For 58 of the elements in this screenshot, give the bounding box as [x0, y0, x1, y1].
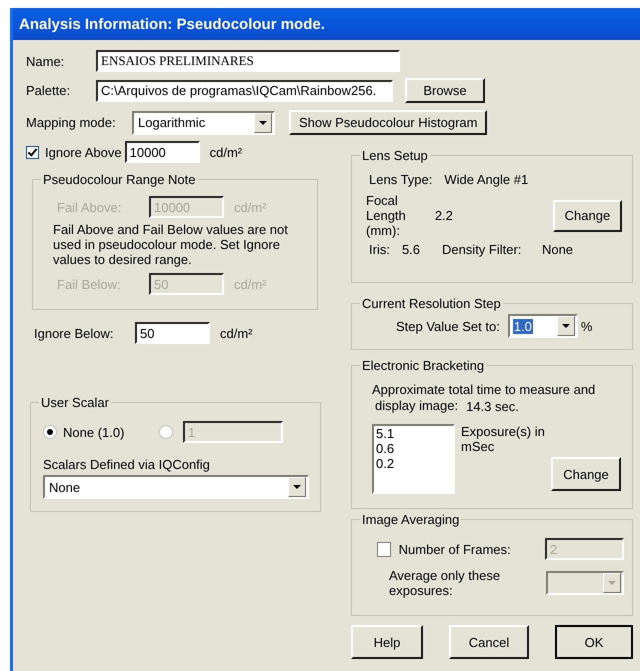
lens-type-value: Wide Angle #1	[444, 172, 528, 187]
group-title: Pseudocolour Range Note	[41, 172, 198, 187]
iris-value: 5.6	[402, 242, 422, 257]
window-title: Analysis Information: Pseudocolour mode.	[19, 16, 325, 32]
field-label: Ignore Below:	[34, 326, 114, 340]
exposure-label: Exposure(s) in mSec	[461, 424, 546, 454]
name-field[interactable]: ENSAIOS PRELIMINARES	[96, 50, 400, 72]
unit-label: %	[580, 318, 592, 334]
scalar-dropdown[interactable]: None	[43, 475, 309, 499]
field-label: Average only these exposures:	[389, 568, 502, 598]
ignore-below-field[interactable]: 50	[135, 322, 210, 344]
ignore-above-field[interactable]: 10000	[124, 141, 200, 163]
group-title: Lens Setup	[360, 148, 430, 163]
field-label: Fail Above:	[57, 200, 122, 214]
focal-length-value: 2.2	[434, 208, 454, 223]
unit-label: cd/m²	[234, 200, 266, 214]
unit-label: cd/m²	[220, 326, 252, 340]
group-title: Image Averaging	[360, 512, 462, 527]
field-label: Density Filter:	[442, 242, 522, 257]
field-label: Iris:	[369, 242, 390, 257]
field-label: Mapping mode:	[26, 115, 117, 130]
checkbox[interactable]	[377, 542, 391, 556]
unit-label: cd/m²	[210, 144, 242, 160]
step-dropdown[interactable]: 1.0	[508, 314, 578, 338]
dialog-button[interactable]: Help	[351, 625, 423, 659]
estimate-label: display image:	[375, 398, 458, 414]
change-button[interactable]: Change	[551, 457, 621, 491]
dialog-button[interactable]: OK	[555, 625, 633, 659]
estimate-value: 14.3 sec.	[466, 398, 519, 414]
list-item[interactable]: 0.2	[376, 456, 451, 471]
mapping-dropdown[interactable]: Logarithmic	[132, 110, 275, 134]
radio-button[interactable]	[43, 425, 57, 439]
field-label: Step Value Set to:	[396, 318, 500, 334]
field-label: Fail Below:	[57, 276, 122, 292]
histogram-button[interactable]: Show Pseudocolour Histogram	[289, 110, 488, 135]
group-title: Current Resolution Step	[360, 296, 503, 311]
group-title: User Scalar	[39, 395, 111, 410]
note-text: Fail Above and Fail Below values are not used in pseudocolour mode. Set Ignore values to desired range.	[53, 222, 289, 267]
group-title: Electronic Bracketing	[360, 358, 486, 373]
field-label: Name:	[26, 54, 66, 68]
field-label: Palette:	[26, 83, 72, 98]
palette-field[interactable]: C:\Arquivos de programas\IQCam\Rainbow256.	[96, 80, 393, 102]
radio-label: None (1.0)	[63, 424, 126, 440]
checkbox[interactable]	[26, 146, 39, 158]
exposure-list[interactable]: 5.1 0.6 0.2	[372, 424, 455, 494]
unit-label: cd/m²	[234, 276, 266, 292]
field-label: Focal Length (mm):	[366, 193, 407, 238]
checkbox-label: Number of Frames:	[398, 542, 512, 556]
field-label: Lens Type:	[369, 172, 432, 187]
change-button[interactable]: Change	[552, 200, 622, 232]
list-item[interactable]: 0.6	[376, 441, 451, 456]
dialog-button[interactable]: Cancel	[449, 625, 529, 659]
field-label: Scalars Defined via IQConfig	[43, 457, 211, 472]
estimate-label: Approximate total time to measure and	[372, 382, 596, 398]
checkbox-label: Ignore Above	[45, 144, 122, 160]
list-item[interactable]: 5.1	[376, 426, 451, 441]
browse-button[interactable]: Browse	[405, 78, 485, 103]
density-filter-value: None	[542, 242, 574, 257]
